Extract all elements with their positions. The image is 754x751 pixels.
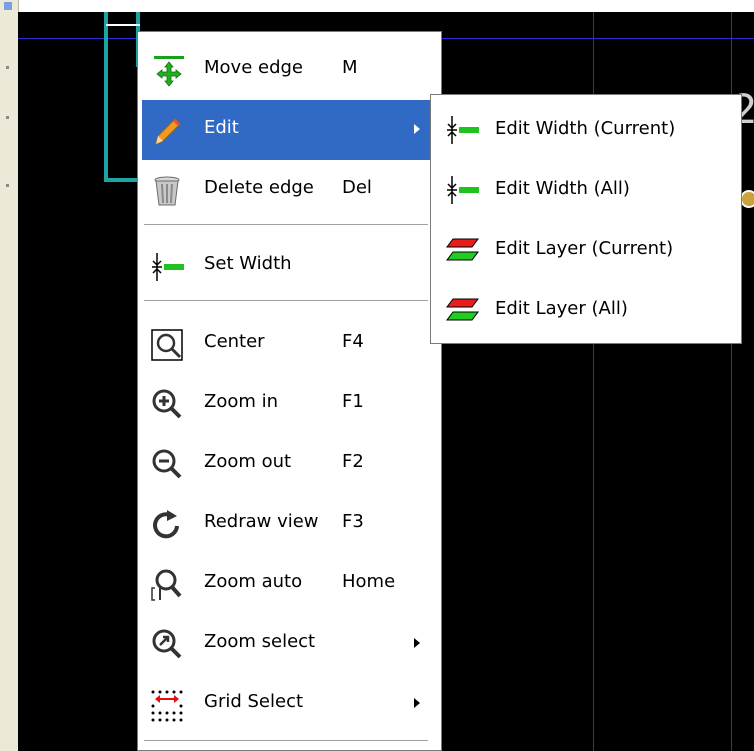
menu-item-label: Grid Select — [204, 691, 304, 712]
edit-layer-icon — [446, 238, 479, 261]
submenu-item-edit-layer-all[interactable]: Edit Layer (All) — [435, 279, 735, 339]
zoom-out-icon — [152, 449, 182, 479]
menu-item-label: Zoom select — [204, 631, 316, 652]
submenu-arrow-icon — [414, 638, 420, 648]
menu-item-zoom-in[interactable]: Zoom in F1 — [142, 374, 436, 434]
menu-item-accelerator: F2 — [342, 451, 364, 472]
menu-item-label: Center — [204, 331, 265, 352]
edit-submenu: Edit Width (Current) Edit Width (All) Ed… — [430, 94, 742, 344]
grid-select-icon — [151, 690, 183, 722]
menu-item-edit[interactable]: Edit — [142, 100, 436, 160]
menu-separator — [144, 224, 428, 226]
menu-item-zoom-out[interactable]: Zoom out F2 — [142, 434, 436, 494]
submenu-item-edit-layer-current[interactable]: Edit Layer (Current) — [435, 219, 735, 279]
menu-item-accelerator: Del — [342, 177, 372, 198]
submenu-item-label: Edit Layer (Current) — [495, 238, 674, 259]
submenu-item-edit-width-all[interactable]: Edit Width (All) — [435, 159, 735, 219]
zoom-in-icon — [152, 389, 182, 419]
menu-item-label: Set Width — [204, 253, 292, 274]
menu-item-zoom-select[interactable]: Zoom select — [142, 614, 436, 674]
menu-item-label: Zoom auto — [204, 571, 303, 592]
board-edge[interactable] — [106, 24, 140, 26]
edit-layer-icon — [446, 298, 479, 321]
menu-item-label: Edit — [204, 117, 239, 138]
menu-separator — [144, 740, 428, 742]
pad[interactable] — [740, 190, 754, 208]
submenu-item-edit-width-current[interactable]: Edit Width (Current) — [435, 99, 735, 159]
menu-item-accelerator: Home — [342, 571, 396, 592]
menu-item-label: Delete edge — [204, 177, 314, 198]
menu-separator — [144, 300, 428, 302]
menu-item-label: Redraw view — [204, 511, 319, 532]
left-toolbar-strip — [0, 0, 19, 751]
menu-item-label: Zoom in — [204, 391, 279, 412]
set-width-icon — [152, 253, 184, 281]
menu-item-redraw-view[interactable]: Redraw view F3 — [142, 494, 436, 554]
menu-item-grid-select[interactable]: Grid Select — [142, 674, 436, 734]
menu-item-move-edge[interactable]: Move edge M — [142, 40, 436, 100]
submenu-item-label: Edit Width (Current) — [495, 118, 676, 139]
edit-width-icon — [447, 176, 479, 204]
submenu-item-label: Edit Layer (All) — [495, 298, 628, 319]
move-edge-icon — [154, 56, 184, 87]
menu-item-label: Move edge — [204, 57, 303, 78]
center-icon — [151, 329, 183, 361]
menu-item-accelerator: F3 — [342, 511, 364, 532]
menu-item-accelerator: F4 — [342, 331, 364, 352]
edit-width-icon — [447, 116, 479, 144]
zoom-select-icon — [152, 629, 182, 659]
menu-item-zoom-auto[interactable]: Zoom auto Home — [142, 554, 436, 614]
menu-item-accelerator: M — [342, 57, 358, 78]
menu-item-center[interactable]: Center F4 — [142, 314, 436, 374]
menu-item-set-width[interactable]: Set Width — [142, 236, 436, 296]
context-menu: Move edge M Edit Delete edge Del Set Wid… — [137, 31, 442, 751]
submenu-item-label: Edit Width (All) — [495, 178, 630, 199]
zoom-auto-icon — [151, 569, 182, 601]
trash-icon — [154, 176, 180, 206]
redraw-icon — [153, 510, 179, 539]
submenu-arrow-icon — [414, 698, 420, 708]
pencil-icon — [155, 118, 181, 145]
submenu-arrow-icon — [414, 124, 420, 134]
menu-item-label: Zoom out — [204, 451, 292, 472]
menu-item-accelerator: F1 — [342, 391, 364, 412]
board-edge[interactable] — [104, 12, 108, 182]
menu-item-delete-edge[interactable]: Delete edge Del — [142, 160, 436, 220]
